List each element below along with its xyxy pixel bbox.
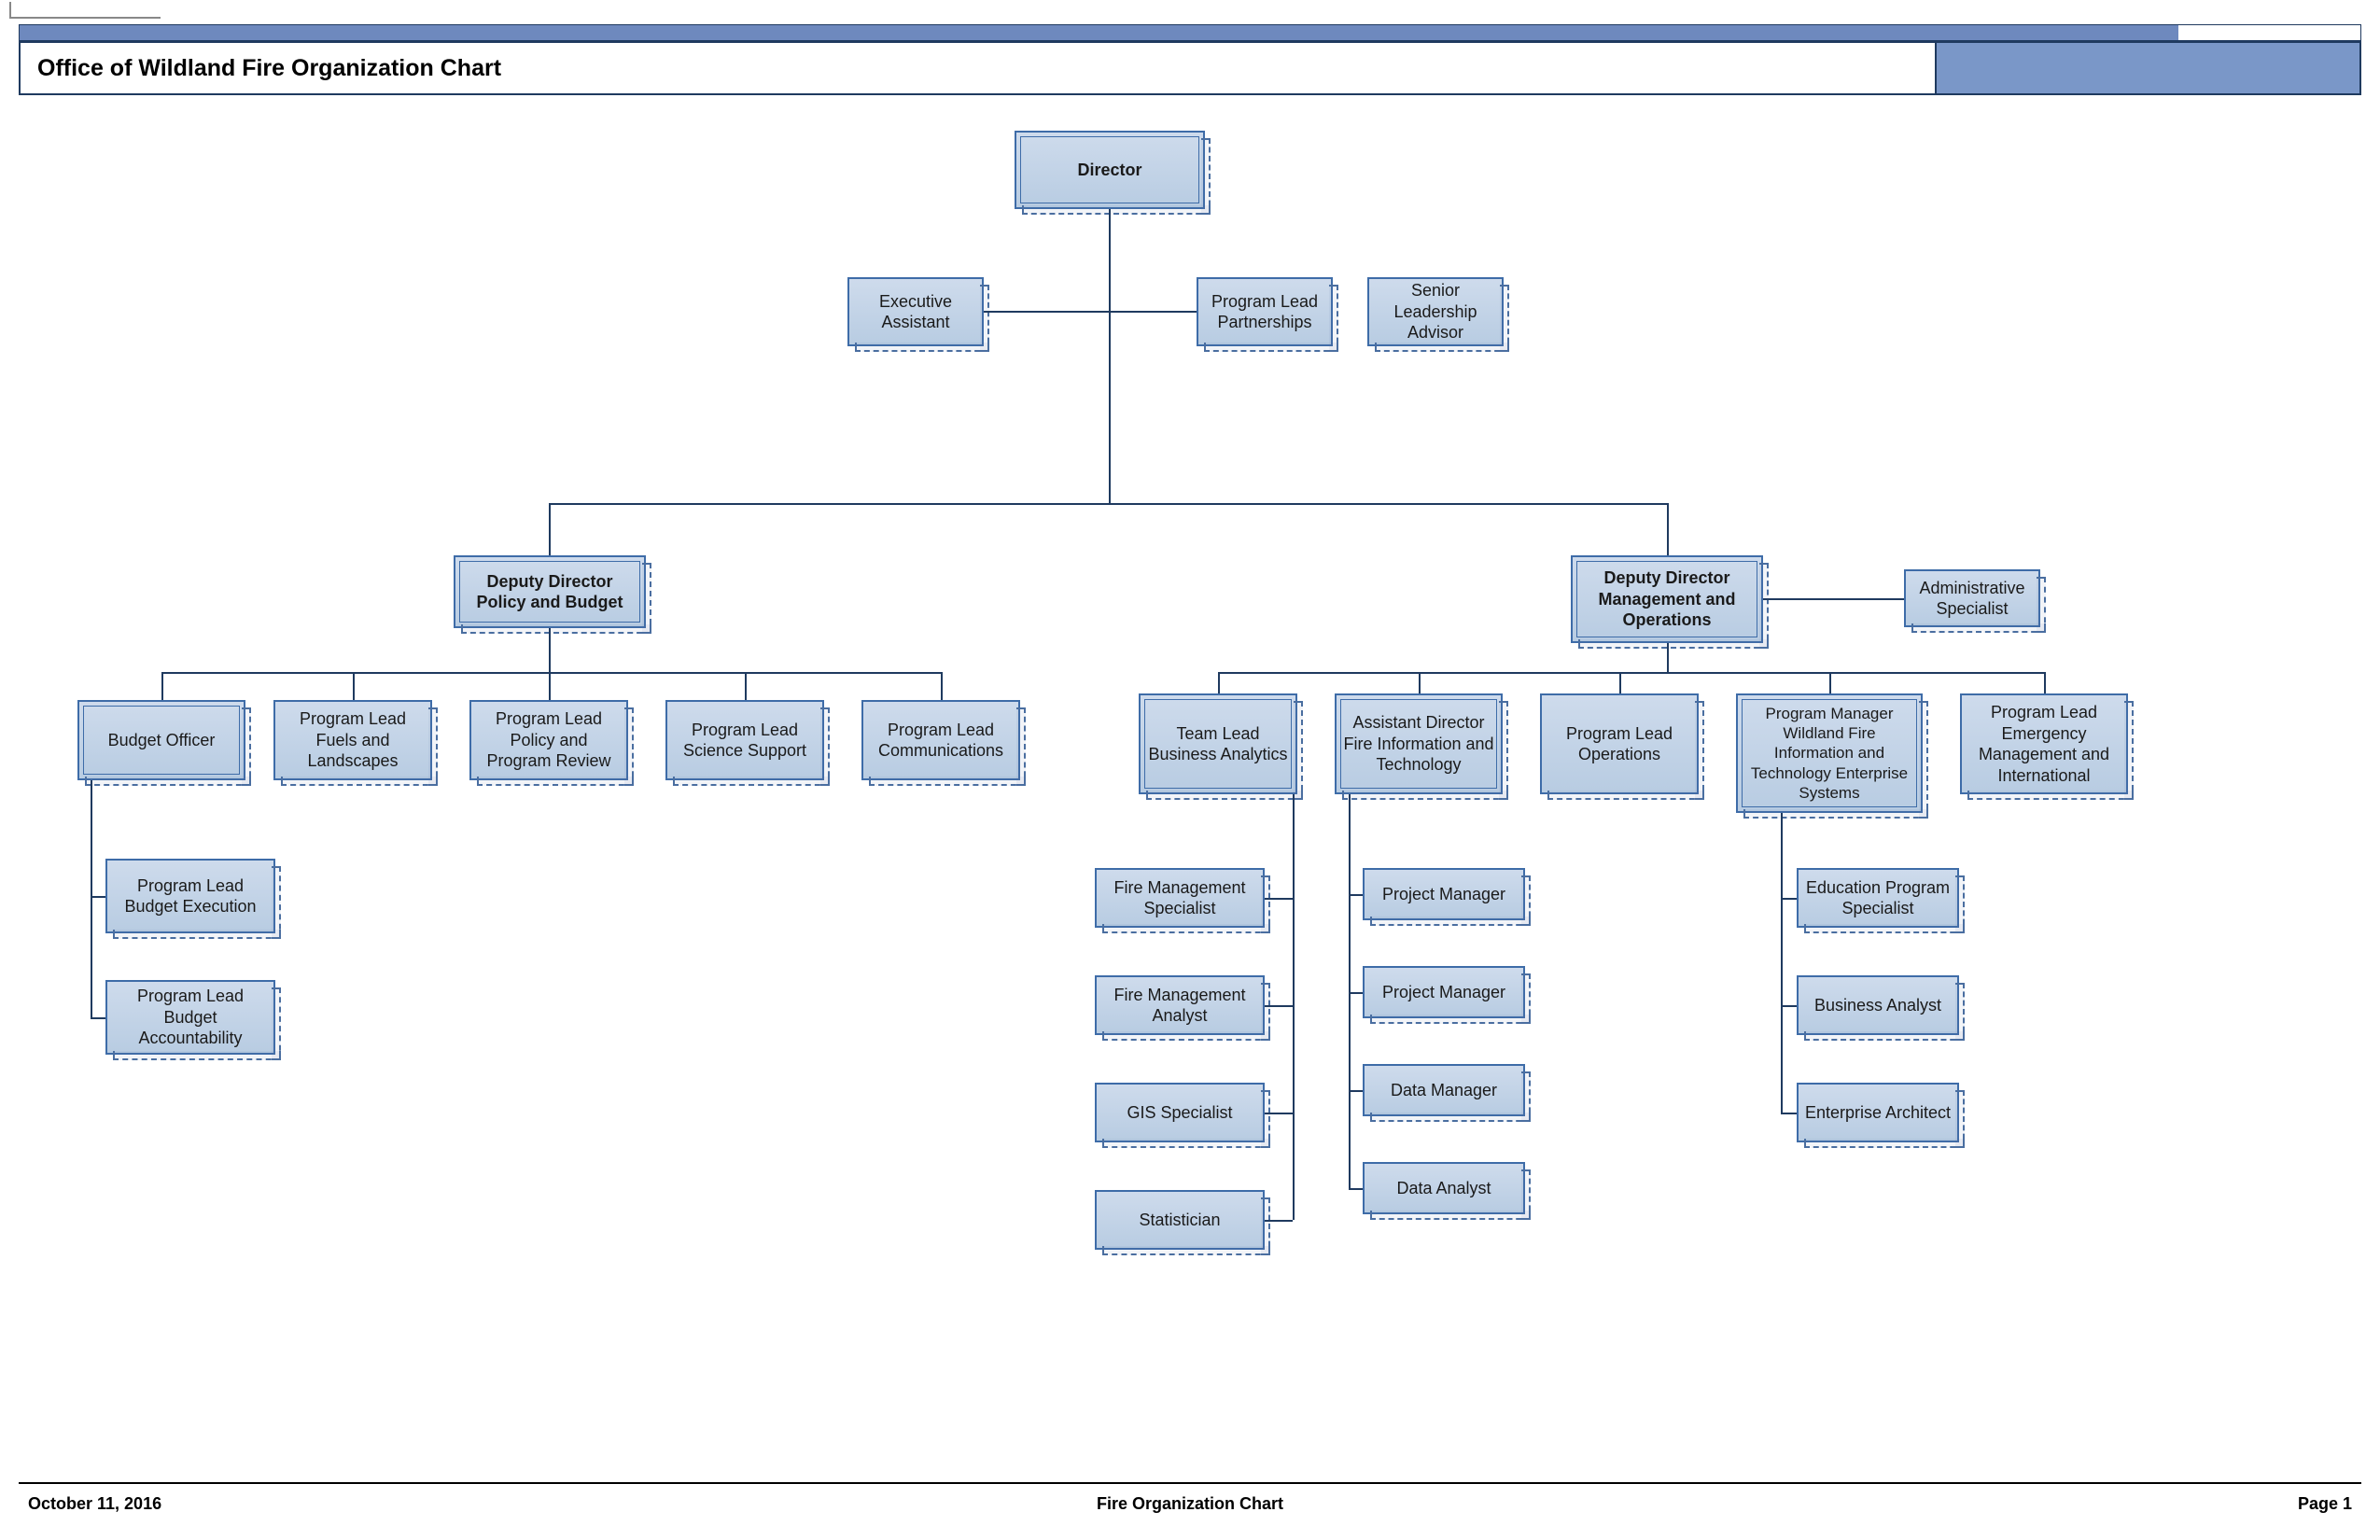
node-comms: Program Lead Communications	[861, 700, 1020, 780]
node-budget-acct: Program Lead Budget Accountability	[105, 980, 275, 1055]
node-statistician: Statistician	[1095, 1190, 1265, 1250]
node-director: Director	[1015, 131, 1205, 209]
node-budget-officer: Budget Officer	[77, 700, 245, 780]
node-pm2: Project Manager	[1363, 966, 1525, 1018]
node-science: Program Lead Science Support	[665, 700, 824, 780]
node-admin-spec: Administrative Specialist	[1904, 569, 2040, 627]
node-gis: GIS Specialist	[1095, 1083, 1265, 1142]
node-fire-analyst: Fire Management Analyst	[1095, 975, 1265, 1035]
node-prog-lead-partnerships: Program Lead Partnerships	[1197, 277, 1333, 346]
footer-page: Page 1	[2298, 1494, 2352, 1514]
node-emergency: Program Lead Emergency Management and In…	[1960, 693, 2128, 794]
footer-divider	[19, 1482, 2361, 1484]
node-exec-asst: Executive Assistant	[847, 277, 984, 346]
node-pm-wfitse: Program Manager Wildland Fire Informatio…	[1736, 693, 1923, 813]
node-budget-exec: Program Lead Budget Execution	[105, 859, 275, 933]
node-pm1: Project Manager	[1363, 868, 1525, 920]
node-policy-review: Program Lead Policy and Program Review	[469, 700, 628, 780]
node-fire-spec: Fire Management Specialist	[1095, 868, 1265, 928]
node-fuels: Program Lead Fuels and Landscapes	[273, 700, 432, 780]
node-data-mgr: Data Manager	[1363, 1064, 1525, 1116]
node-deputy-policy: Deputy Director Policy and Budget	[454, 555, 646, 628]
node-deputy-ops: Deputy Director Management and Operation…	[1571, 555, 1763, 643]
footer-title: Fire Organization Chart	[0, 1494, 2380, 1514]
node-biz-analyst: Business Analyst	[1797, 975, 1959, 1035]
node-senior-advisor: Senior Leadership Advisor	[1367, 277, 1504, 346]
node-ops: Program Lead Operations	[1540, 693, 1699, 794]
node-edu-spec: Education Program Specialist	[1797, 868, 1959, 928]
org-chart: Director Executive Assistant Program Lea…	[0, 0, 2380, 1540]
node-asst-dir-fit: Assistant Director Fire Information and …	[1335, 693, 1503, 794]
node-data-analyst: Data Analyst	[1363, 1162, 1525, 1214]
node-team-biz: Team Lead Business Analytics	[1139, 693, 1297, 794]
node-ent-arch: Enterprise Architect	[1797, 1083, 1959, 1142]
